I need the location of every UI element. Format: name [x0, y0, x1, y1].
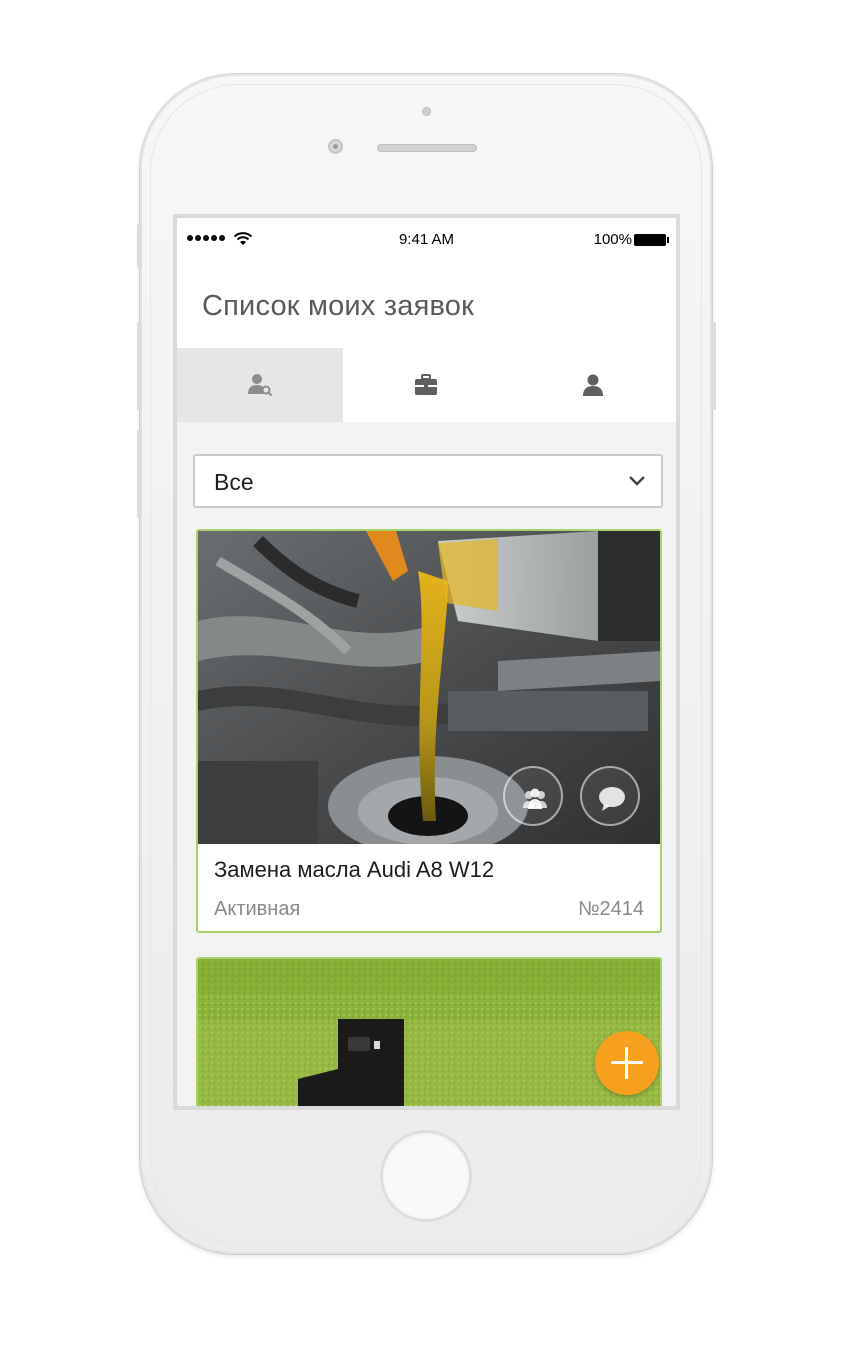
- chevron-down-icon: [629, 476, 645, 486]
- earpiece-speaker: [377, 144, 477, 152]
- tab-services[interactable]: [343, 348, 509, 422]
- volume-down-button: [137, 430, 142, 518]
- request-status: Активная: [214, 898, 301, 920]
- user-icon: [582, 374, 603, 396]
- chat-bubble-icon: [599, 787, 625, 811]
- request-title: Замена масла Audi A8 W12: [214, 857, 495, 882]
- battery-icon: [634, 234, 669, 246]
- participants-button[interactable]: [503, 766, 563, 826]
- front-camera: [328, 139, 343, 154]
- device-mockup: 9:41 AM 100% Список моих заявок Все Заме…: [0, 0, 859, 1359]
- filter-selected-value: Все: [214, 469, 254, 495]
- tab-bar: [177, 348, 676, 422]
- green-grass-photo: [198, 959, 660, 1106]
- volume-up-button: [137, 322, 142, 410]
- proximity-sensor: [422, 107, 431, 116]
- app-screen: 9:41 AM 100% Список моих заявок Все Заме…: [173, 214, 680, 1110]
- briefcase-icon: [415, 374, 438, 395]
- mute-switch: [137, 224, 142, 268]
- power-button: [711, 322, 716, 410]
- battery-percent: 100%: [593, 231, 632, 248]
- status-filter-select[interactable]: Все: [193, 454, 663, 508]
- user-search-icon: [248, 374, 273, 397]
- home-button[interactable]: [380, 1130, 472, 1222]
- request-card[interactable]: [196, 957, 662, 1106]
- request-number: №2414: [578, 898, 644, 920]
- app-bar: Список моих заявок: [177, 264, 676, 348]
- status-bar: 9:41 AM 100%: [177, 218, 676, 264]
- tab-profile[interactable]: [510, 348, 676, 422]
- tab-my-requests[interactable]: [177, 348, 344, 422]
- chat-button[interactable]: [580, 766, 640, 826]
- request-card[interactable]: Замена масла Audi A8 W12 Активная №2414: [196, 529, 662, 933]
- page-title: Список моих заявок: [202, 290, 474, 322]
- add-request-button[interactable]: [595, 1031, 659, 1095]
- group-icon: [523, 788, 547, 809]
